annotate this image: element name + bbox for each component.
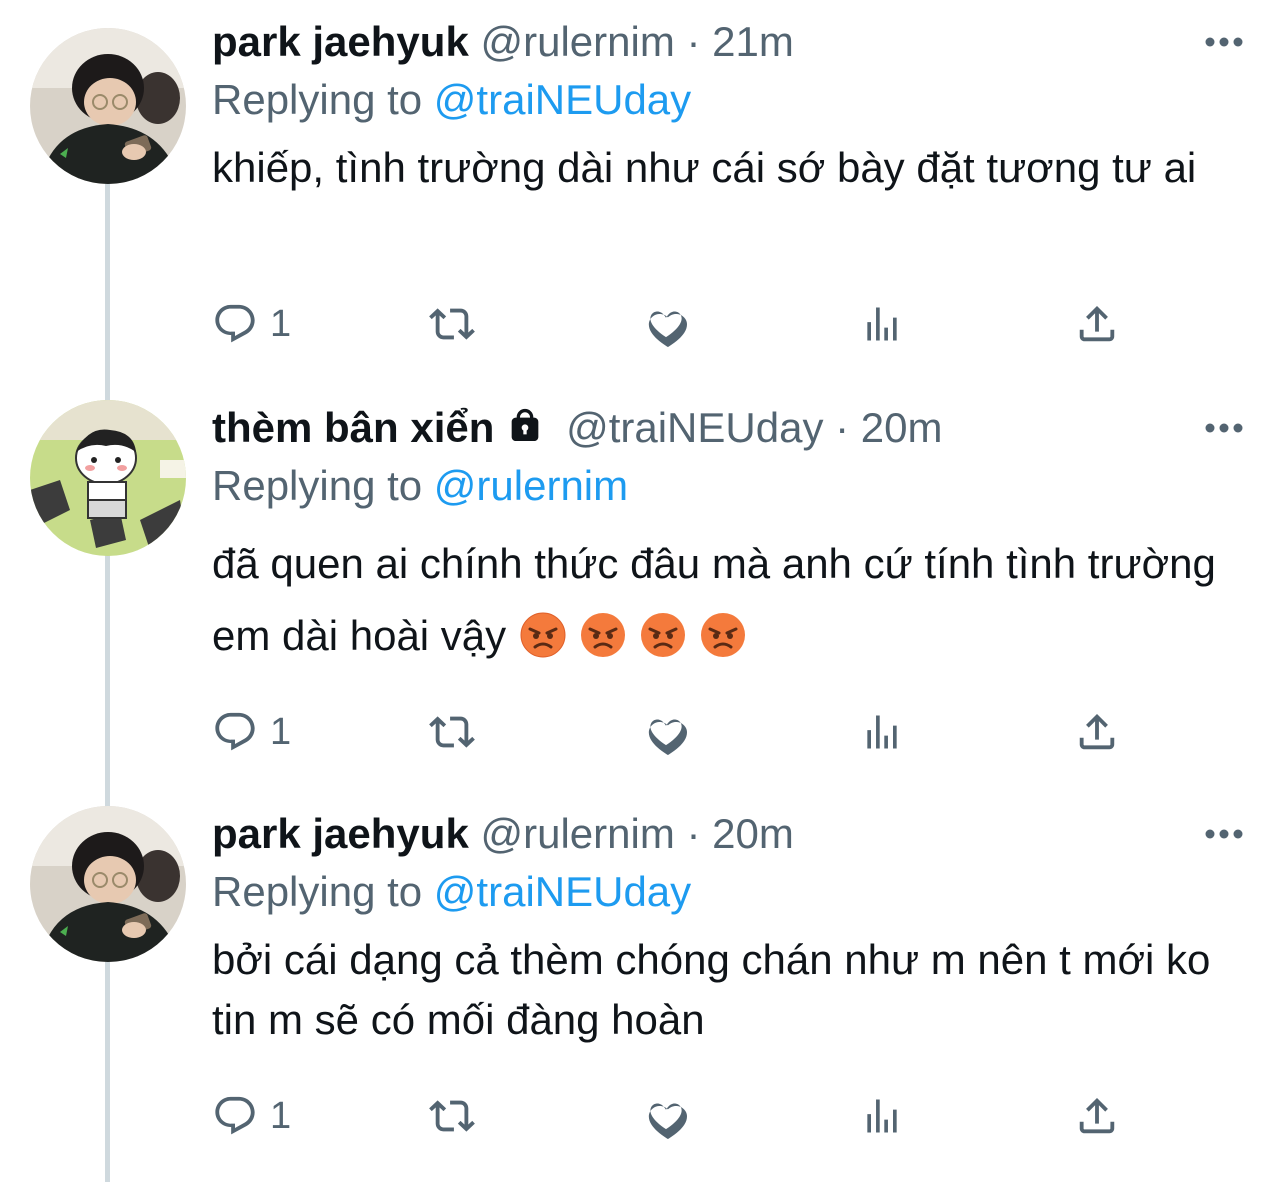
more-icon — [1205, 37, 1243, 47]
replying-label: Replying to — [212, 76, 423, 123]
reply-button[interactable]: 1 — [212, 702, 291, 762]
thread-connector-line — [105, 170, 110, 1182]
mention-link[interactable]: @traiNEUday — [434, 76, 691, 123]
analytics-icon — [867, 1099, 897, 1133]
tweet-actions: 1 — [212, 702, 1132, 762]
retweet-button[interactable] — [427, 702, 477, 762]
replying-label: Replying to — [212, 462, 423, 509]
angry-face-emoji — [520, 608, 566, 658]
display-name[interactable]: thèm bân xiển — [212, 404, 494, 451]
analytics-icon — [867, 307, 897, 341]
analytics-icon — [867, 715, 897, 749]
separator-dot: · — [835, 404, 850, 451]
angry-face-emoji — [580, 608, 626, 657]
reply-icon — [215, 1096, 255, 1135]
more-options-button[interactable] — [1204, 14, 1244, 70]
share-icon — [1079, 305, 1115, 342]
reply-icon — [215, 304, 255, 343]
tweet-text: đã quen ai chính thức đâu mà anh cứ tính… — [212, 528, 1244, 672]
share-button[interactable] — [1074, 702, 1120, 762]
mention-link[interactable]: @traiNEUday — [434, 868, 691, 915]
separator-dot: · — [686, 18, 701, 65]
retweet-button[interactable] — [427, 294, 477, 354]
reply-button[interactable]: 1 — [212, 1086, 291, 1146]
retweet-button[interactable] — [427, 1086, 477, 1146]
reply-icon — [215, 712, 255, 751]
replying-to-line: Replying to @traiNEUday — [212, 70, 1244, 130]
avatar[interactable] — [30, 28, 186, 184]
more-icon — [1205, 829, 1243, 839]
retweet-icon — [429, 308, 475, 340]
timestamp[interactable]: 20m — [712, 810, 794, 857]
share-button[interactable] — [1074, 294, 1120, 354]
heart-icon — [648, 1103, 687, 1139]
like-button[interactable] — [642, 1086, 690, 1146]
avatar[interactable] — [30, 806, 186, 962]
display-name[interactable]: park jaehyuk — [212, 18, 469, 65]
timestamp[interactable]: 20m — [861, 404, 943, 451]
tweet-header: thèm bân xiển @traiNEUday · 20m — [212, 400, 1244, 456]
reply-count: 1 — [270, 710, 292, 753]
heart-icon — [648, 311, 687, 347]
share-button[interactable] — [1074, 1086, 1120, 1146]
share-icon — [1079, 1097, 1115, 1134]
more-icon — [1205, 423, 1243, 433]
angry-face-emoji — [640, 608, 686, 657]
tweet-header: park jaehyuk @rulernim · 20m — [212, 806, 1244, 862]
replying-label: Replying to — [212, 868, 423, 915]
views-button[interactable] — [860, 294, 904, 354]
reply-button[interactable]: 1 — [212, 294, 291, 354]
views-button[interactable] — [860, 1086, 904, 1146]
user-handle[interactable]: @rulernim — [480, 18, 674, 65]
tweet-actions: 1 — [212, 294, 1132, 354]
heart-icon — [648, 719, 687, 755]
like-button[interactable] — [642, 702, 690, 762]
tweet-text: khiếp, tình trường dài như cái sớ bày đặ… — [212, 144, 1197, 191]
tweet-actions: 1 — [212, 1086, 1132, 1146]
user-handle[interactable]: @rulernim — [480, 810, 674, 857]
replying-to-line: Replying to @rulernim — [212, 456, 1244, 516]
reply-count: 1 — [270, 1094, 292, 1137]
like-button[interactable] — [642, 294, 690, 354]
mention-link[interactable]: @rulernim — [434, 462, 628, 509]
retweet-icon — [429, 1100, 475, 1132]
reply-count: 1 — [270, 302, 292, 345]
user-handle[interactable]: @traiNEUday — [566, 404, 823, 451]
angry-face-emoji — [700, 608, 746, 657]
retweet-icon — [429, 716, 475, 748]
timestamp[interactable]: 21m — [712, 18, 794, 65]
separator-dot: · — [686, 810, 701, 857]
replying-to-line: Replying to @traiNEUday — [212, 862, 1244, 922]
display-name[interactable]: park jaehyuk — [212, 810, 469, 857]
share-icon — [1079, 713, 1115, 750]
views-button[interactable] — [860, 702, 904, 762]
avatar[interactable] — [30, 400, 186, 556]
lock-icon — [502, 404, 548, 460]
tweet-header: park jaehyuk @rulernim · 21m — [212, 14, 1244, 70]
more-options-button[interactable] — [1204, 806, 1244, 862]
tweet-text: bởi cái dạng cả thèm chóng chán như m nê… — [212, 936, 1211, 1043]
more-options-button[interactable] — [1204, 400, 1244, 456]
